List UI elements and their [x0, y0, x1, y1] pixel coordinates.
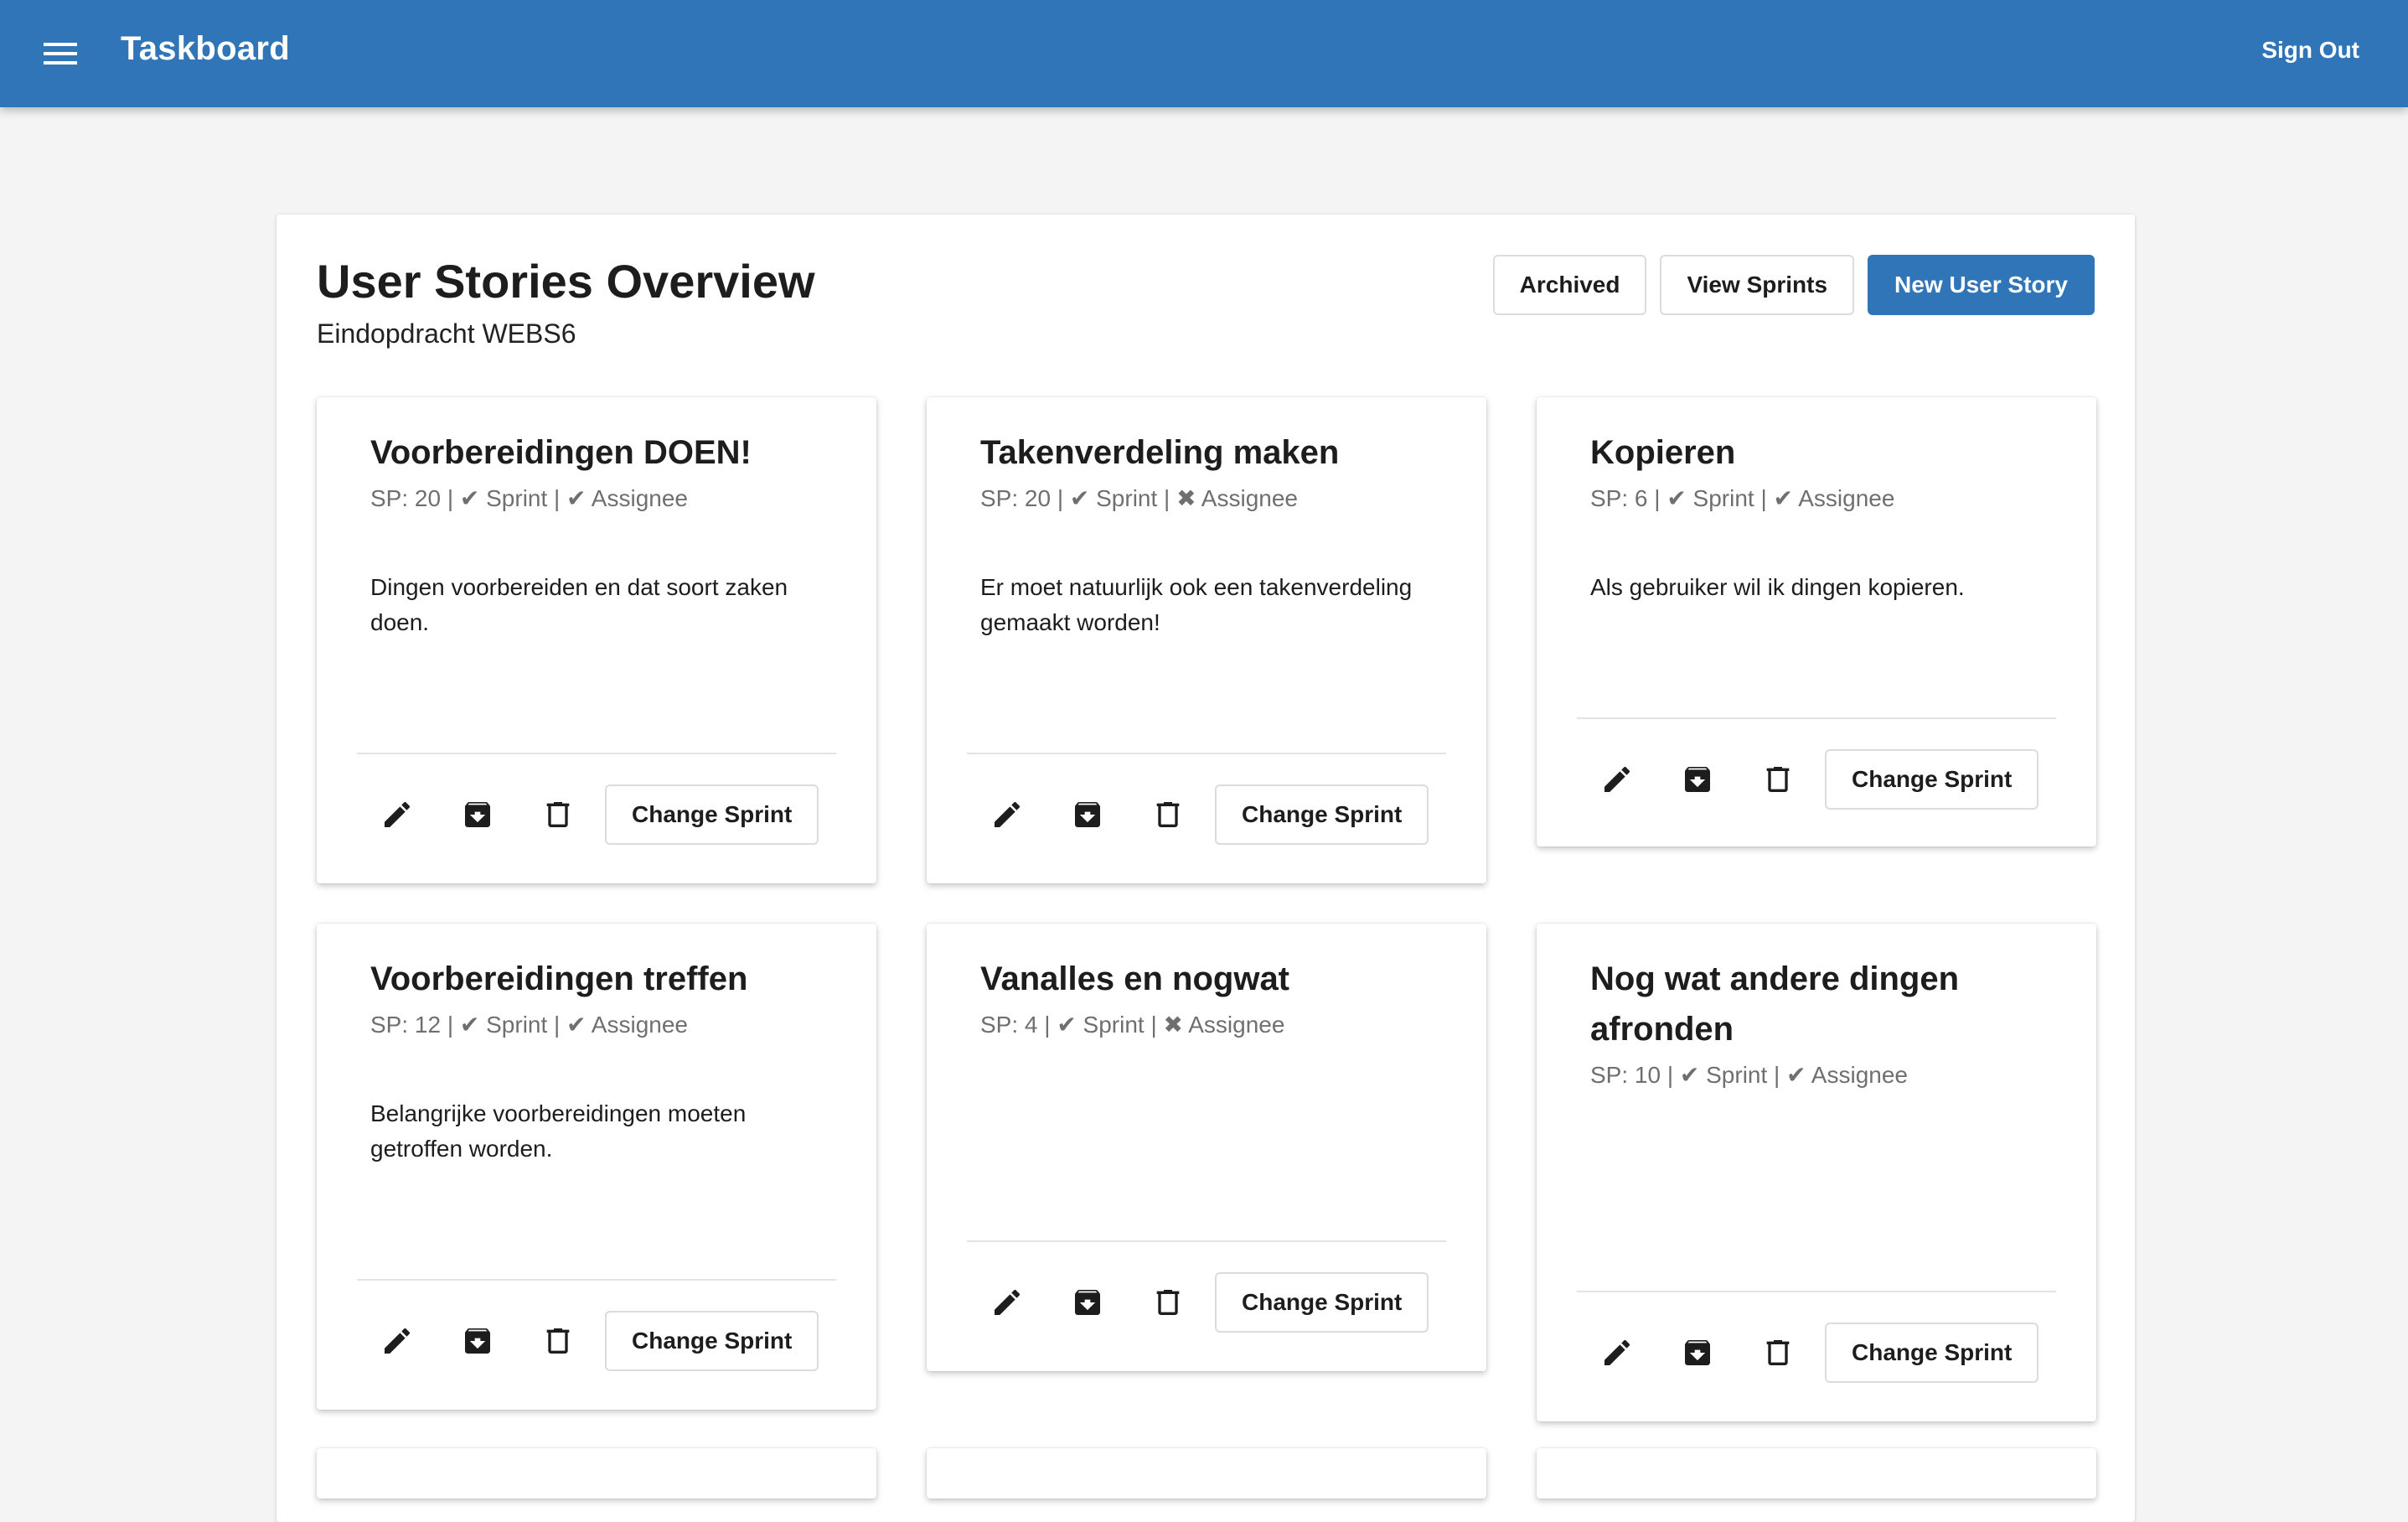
card-divider — [967, 753, 1446, 754]
card-title: Nog wat andere dingen afronden — [1590, 960, 1960, 1048]
edit-button[interactable] — [357, 1311, 437, 1371]
card-title: Kopieren — [1590, 434, 1736, 471]
user-story-card: Voorbereidingen treffen SP: 12 | ✔ Sprin… — [317, 924, 876, 1410]
card-title: Voorbereidingen DOEN! — [370, 434, 752, 471]
delete-icon — [1156, 1290, 1180, 1315]
archive-button[interactable] — [1657, 1323, 1738, 1383]
user-story-card: Kopieren SP: 6 | ✔ Sprint | ✔ Assignee A… — [1537, 397, 2096, 846]
card-actions: Change Sprint — [967, 784, 1429, 845]
edit-icon — [385, 1328, 411, 1354]
archive-icon — [1685, 1340, 1710, 1365]
card-divider — [1577, 1291, 2056, 1292]
delete-button[interactable] — [518, 1311, 598, 1371]
card-divider — [967, 1240, 1446, 1242]
card-meta: SP: 20 | ✔ Sprint | ✔ Assignee — [370, 485, 688, 511]
change-sprint-button[interactable]: Change Sprint — [1215, 1272, 1429, 1333]
archive-icon — [1075, 802, 1100, 827]
view-sprints-button[interactable]: View Sprints — [1660, 255, 1855, 315]
delete-icon — [546, 1328, 570, 1354]
delete-icon — [1156, 802, 1180, 827]
archive-icon — [465, 1328, 490, 1354]
app-title: Taskboard — [121, 30, 291, 67]
user-story-card: Takenverdeling maken SP: 20 | ✔ Sprint |… — [927, 397, 1486, 883]
new-user-story-button[interactable]: New User Story — [1868, 255, 2095, 315]
user-stories-panel: User Stories Overview Eindopdracht WEBS6… — [276, 215, 2135, 1522]
card-title: Voorbereidingen treffen — [370, 960, 748, 997]
archive-icon — [1075, 1290, 1100, 1315]
card-meta: SP: 6 | ✔ Sprint | ✔ Assignee — [1590, 485, 1895, 511]
change-sprint-button[interactable]: Change Sprint — [1215, 784, 1429, 845]
card-meta: SP: 20 | ✔ Sprint | ✖ Assignee — [980, 485, 1298, 511]
card-actions: Change Sprint — [357, 1311, 819, 1371]
card-title: Takenverdeling maken — [980, 434, 1340, 471]
user-story-card — [317, 1448, 876, 1499]
edit-icon — [385, 801, 411, 827]
archive-button[interactable] — [437, 1311, 518, 1371]
card-title: Vanalles en nogwat — [980, 960, 1290, 997]
edit-button[interactable] — [1577, 749, 1657, 810]
change-sprint-button[interactable]: Change Sprint — [1825, 1323, 2039, 1383]
delete-button[interactable] — [1738, 749, 1818, 810]
card-description: Er moet natuurlijk ook een takenverdelin… — [980, 574, 1413, 635]
edit-button[interactable] — [357, 784, 437, 845]
edit-button[interactable] — [1577, 1323, 1657, 1383]
card-description: Belangrijke voorbereidingen moeten getro… — [370, 1100, 747, 1162]
edit-icon — [1604, 766, 1630, 792]
archive-button[interactable] — [1657, 749, 1738, 810]
card-actions: Change Sprint — [1577, 749, 2039, 810]
page-actions: Archived View Sprints New User Story — [1492, 255, 2095, 315]
edit-icon — [1604, 1339, 1630, 1365]
delete-button[interactable] — [1738, 1323, 1818, 1383]
app-bar: Taskboard Sign Out — [0, 0, 2408, 107]
change-sprint-button[interactable]: Change Sprint — [605, 1311, 819, 1371]
card-meta: SP: 10 | ✔ Sprint | ✔ Assignee — [1590, 1062, 1908, 1088]
page-title: User Stories Overview — [317, 255, 815, 308]
change-sprint-button[interactable]: Change Sprint — [1825, 749, 2039, 810]
archive-button[interactable] — [1047, 784, 1128, 845]
archive-icon — [465, 802, 490, 827]
menu-button[interactable] — [37, 32, 84, 75]
delete-button[interactable] — [1128, 784, 1208, 845]
delete-button[interactable] — [518, 784, 598, 845]
card-divider — [357, 1279, 836, 1281]
user-story-card: Voorbereidingen DOEN! SP: 20 | ✔ Sprint … — [317, 397, 876, 883]
card-divider — [1577, 717, 2056, 719]
user-story-card — [1537, 1448, 2096, 1499]
card-description: Dingen voorbereiden en dat soort zaken d… — [370, 574, 788, 635]
edit-button[interactable] — [967, 784, 1047, 845]
edit-icon — [995, 801, 1021, 827]
archive-icon — [1685, 767, 1710, 792]
sign-out-button[interactable]: Sign Out — [2261, 37, 2359, 64]
card-actions: Change Sprint — [1577, 1323, 2039, 1383]
delete-icon — [1766, 1340, 1790, 1365]
project-name: Eindopdracht WEBS6 — [317, 318, 576, 349]
card-divider — [357, 753, 836, 754]
archive-button[interactable] — [437, 784, 518, 845]
delete-icon — [546, 802, 570, 827]
card-meta: SP: 4 | ✔ Sprint | ✖ Assignee — [980, 1012, 1285, 1038]
card-actions: Change Sprint — [357, 784, 819, 845]
user-story-card — [927, 1448, 1486, 1499]
archived-button[interactable]: Archived — [1492, 255, 1647, 315]
user-story-card: Vanalles en nogwat SP: 4 | ✔ Sprint | ✖ … — [927, 924, 1486, 1371]
user-story-card: Nog wat andere dingen afronden SP: 10 | … — [1537, 924, 2096, 1421]
change-sprint-button[interactable]: Change Sprint — [605, 784, 819, 845]
menu-icon — [44, 43, 77, 65]
archive-button[interactable] — [1047, 1272, 1128, 1333]
delete-button[interactable] — [1128, 1272, 1208, 1333]
card-actions: Change Sprint — [967, 1272, 1429, 1333]
card-description: Als gebruiker wil ik dingen kopieren. — [1590, 574, 1965, 600]
edit-button[interactable] — [967, 1272, 1047, 1333]
edit-icon — [995, 1289, 1021, 1315]
card-meta: SP: 12 | ✔ Sprint | ✔ Assignee — [370, 1012, 688, 1038]
delete-icon — [1766, 767, 1790, 792]
